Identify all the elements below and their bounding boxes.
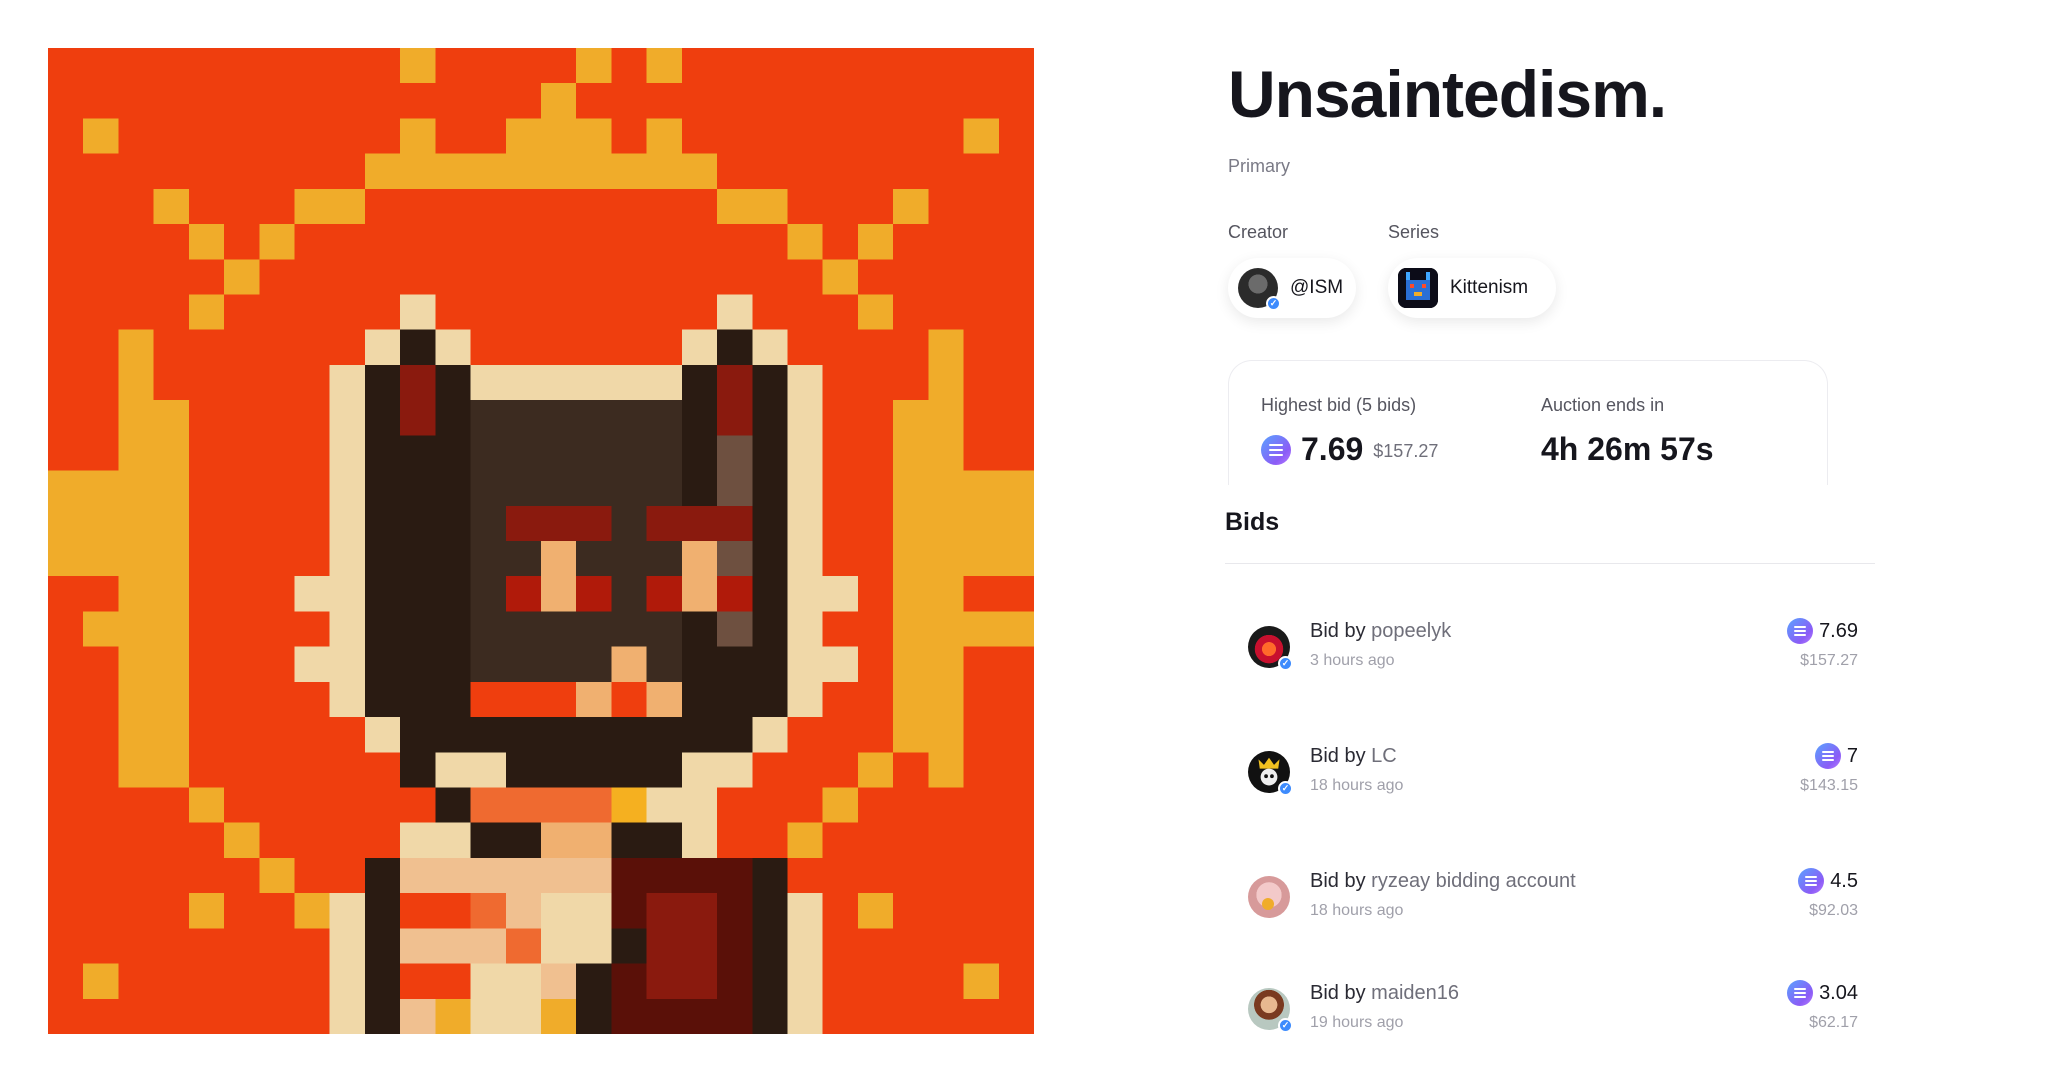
highest-bid: 7.69 $157.27 [1261,431,1438,468]
bid-time: 18 hours ago [1310,777,1404,794]
highest-bid-value: 7.69 [1301,431,1364,467]
auction-card: Highest bid (5 bids) Auction ends in 7.6… [1228,360,1828,485]
bid-amount-value: 7 [1846,744,1858,767]
currency-icon [1787,980,1814,1006]
bid-row: Bid by ryzeay bidding account 18 hours a… [1248,868,1858,940]
creator-chip[interactable]: ✓ @ISM [1228,258,1356,318]
bid-time: 18 hours ago [1310,902,1404,919]
verified-icon: ✓ [1278,1018,1293,1033]
highest-bid-label: Highest bid (5 bids) [1261,395,1417,415]
series-chip[interactable]: Kittenism [1388,258,1556,318]
bid-prefix: Bid by [1310,745,1366,767]
verified-icon: ✓ [1278,656,1293,671]
highest-bid-usd: $157.27 [1373,441,1439,461]
currency-icon [1261,434,1291,465]
currency-icon [1798,868,1825,894]
auction-countdown: 4h 26m 57s [1541,431,1714,467]
auction-ends-label: Auction ends in [1541,395,1665,415]
series-avatar [1398,268,1438,308]
bidder-name[interactable]: LC [1371,745,1397,767]
bid-time: 19 hours ago [1310,1014,1404,1031]
divider [1225,563,1875,564]
bid-amount: 4.5 [1798,868,1858,894]
kitten-thumbnail-icon [1398,268,1438,308]
bid-amount-value: 7.69 [1819,619,1858,642]
creator-avatar: ✓ [1238,268,1281,311]
bid-row: ✓ Bid by maiden16 19 hours ago 3.04 $62.… [1248,980,1858,1052]
artwork-image[interactable] [48,48,1034,1034]
bid-prefix: Bid by [1310,870,1366,892]
bidder-avatar[interactable]: ✓ [1248,988,1293,1033]
bid-row: ✓ Bid by LC 18 hours ago 7 $143.15 [1248,743,1858,815]
bid-description: Bid by LC [1310,745,1397,768]
creator-label: Creator [1228,222,1289,242]
pixel-art-cat [48,48,1034,1034]
bid-amount-value: 3.04 [1819,981,1858,1004]
currency-icon [1787,618,1814,644]
bid-prefix: Bid by [1310,982,1366,1004]
currency-icon [1814,743,1841,769]
verified-icon: ✓ [1278,781,1293,796]
sale-type-label: Primary [1228,156,1290,176]
bids-heading: Bids [1225,508,1280,536]
bid-time: 3 hours ago [1310,652,1395,669]
verified-icon: ✓ [1266,296,1281,311]
bidder-avatar[interactable] [1248,876,1290,918]
bid-description: Bid by maiden16 [1310,982,1459,1005]
bid-amount: 3.04 [1787,980,1858,1006]
bidder-name[interactable]: maiden16 [1371,982,1459,1004]
bidder-name[interactable]: popeelyk [1371,620,1451,642]
series-label: Series [1388,222,1440,242]
bid-usd: $92.03 [1809,902,1858,919]
bid-usd: $62.17 [1809,1014,1858,1031]
page-title: Unsaintedism. [1228,57,1667,131]
bidder-name[interactable]: ryzeay bidding account [1371,870,1576,892]
creator-handle: @ISM [1290,277,1344,298]
bid-row: ✓ Bid by popeelyk 3 hours ago 7.69 $157.… [1248,618,1858,690]
bidder-avatar[interactable]: ✓ [1248,751,1293,796]
series-name: Kittenism [1450,277,1529,298]
bid-description: Bid by popeelyk [1310,620,1451,643]
bidder-avatar[interactable]: ✓ [1248,626,1293,671]
item-details: Unsaintedism. Primary Creator Series ✓ @… [1225,0,1988,1073]
bid-usd: $143.15 [1800,777,1858,794]
bid-prefix: Bid by [1310,620,1366,642]
bid-amount: 7.69 [1787,618,1858,644]
bid-amount-value: 4.5 [1830,869,1858,892]
bid-amount: 7 [1814,743,1858,769]
bid-description: Bid by ryzeay bidding account [1310,870,1576,893]
bid-usd: $157.27 [1800,652,1858,669]
